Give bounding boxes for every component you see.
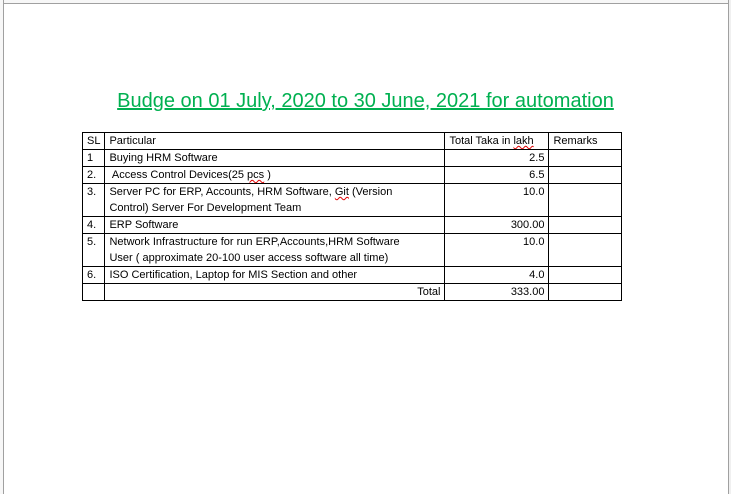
header-total-text: Total Taka in lakh — [449, 135, 534, 147]
document-title[interactable]: Budge on 01 July, 2020 to 30 June, 2021 … — [0, 90, 731, 113]
cell-remarks[interactable] — [548, 216, 623, 234]
cell-particular[interactable]: Server PC for ERP, Accounts, HRM Softwar… — [104, 183, 446, 217]
cell-sl[interactable]: 6. — [81, 266, 106, 284]
cell-sl[interactable]: 2. — [81, 166, 106, 184]
particular-line-2: User ( approximate 20-100 user access so… — [109, 252, 389, 264]
cell-particular[interactable]: ISO Certification, Laptop for MIS Sectio… — [104, 266, 446, 284]
cell-total[interactable]: 6.5 — [444, 166, 550, 184]
table-row[interactable]: 6. ISO Certification, Laptop for MIS Sec… — [81, 266, 623, 284]
cell-particular[interactable]: Network Infrastructure for run ERP,Accou… — [104, 233, 446, 267]
cell-total[interactable]: 10.0 — [444, 233, 550, 267]
header-particular[interactable]: Particular — [104, 132, 446, 150]
cell-sl[interactable]: 1 — [81, 149, 106, 167]
cell-sl[interactable]: 4. — [81, 216, 106, 234]
cell-total[interactable]: 300.00 — [444, 216, 550, 234]
particular-line-1: Server PC for ERP, Accounts, HRM Softwar… — [109, 186, 393, 198]
total-label[interactable]: Total — [104, 283, 446, 301]
particular-text: Access Control Devices(25 pcs ) — [109, 169, 271, 181]
particular-line-2: Control) Server For Development Team — [109, 202, 302, 214]
page-left-edge — [0, 0, 4, 494]
cell-total[interactable]: 2.5 — [444, 149, 550, 167]
table-row[interactable]: 2. Access Control Devices(25 pcs ) 6.5 — [81, 166, 623, 184]
cell-particular[interactable]: Access Control Devices(25 pcs ) — [104, 166, 446, 184]
table-row[interactable]: 3. Server PC for ERP, Accounts, HRM Soft… — [81, 183, 623, 217]
cell-particular[interactable]: ERP Software — [104, 216, 446, 234]
page-top-edge — [0, 0, 729, 4]
cell-remarks-empty[interactable] — [548, 283, 623, 301]
cell-remarks[interactable] — [548, 266, 623, 284]
table-row[interactable]: 1 Buying HRM Software 2.5 — [81, 149, 623, 167]
table-header-row[interactable]: SL Particular Total Taka in lakh Remarks — [81, 132, 623, 150]
cell-remarks[interactable] — [548, 166, 623, 184]
cell-remarks[interactable] — [548, 183, 623, 217]
document-page: Budge on 01 July, 2020 to 30 June, 2021 … — [0, 0, 731, 494]
total-value[interactable]: 333.00 — [444, 283, 550, 301]
particular-line-1: Network Infrastructure for run ERP,Accou… — [109, 236, 400, 248]
header-total[interactable]: Total Taka in lakh — [444, 132, 550, 150]
cell-total[interactable]: 10.0 — [444, 183, 550, 217]
cell-remarks[interactable] — [548, 233, 623, 267]
cell-particular[interactable]: Buying HRM Software — [104, 149, 446, 167]
cell-remarks[interactable] — [548, 149, 623, 167]
table-row[interactable]: 4. ERP Software 300.00 — [81, 216, 623, 234]
budget-table[interactable]: SL Particular Total Taka in lakh Remarks… — [81, 132, 623, 301]
cell-sl-empty[interactable] — [81, 283, 106, 301]
table-total-row[interactable]: Total 333.00 — [81, 283, 623, 301]
cell-total[interactable]: 4.0 — [444, 266, 550, 284]
header-remarks[interactable]: Remarks — [548, 132, 623, 150]
table-row[interactable]: 5. Network Infrastructure for run ERP,Ac… — [81, 233, 623, 267]
header-sl[interactable]: SL — [81, 132, 106, 150]
cell-sl[interactable]: 3. — [81, 183, 106, 217]
cell-sl[interactable]: 5. — [81, 233, 106, 267]
